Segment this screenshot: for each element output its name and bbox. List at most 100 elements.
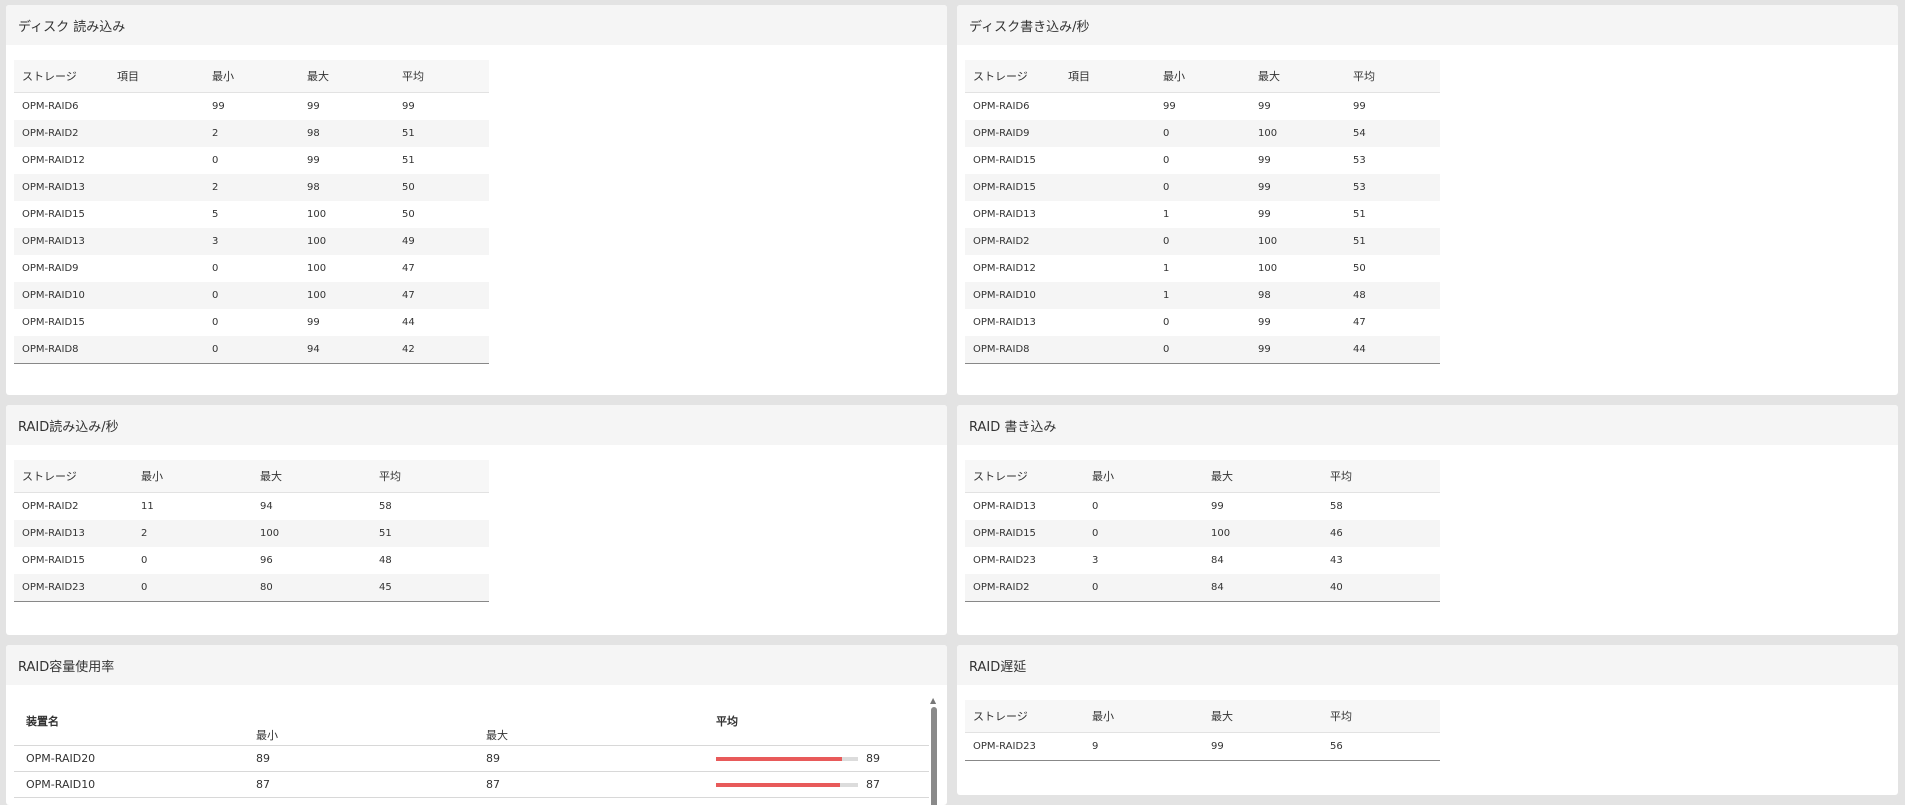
table-cell (109, 120, 204, 147)
table-cell: OPM-RAID13 (14, 228, 109, 255)
vertical-scrollbar[interactable]: ▲ (929, 697, 939, 805)
table-cell: 100 (1250, 228, 1345, 255)
column-header-min[interactable]: 最小 (1084, 460, 1203, 493)
table-row[interactable]: OPM-RAID15 5 100 50 (14, 201, 489, 228)
column-header-max[interactable]: 最大 (1250, 60, 1345, 93)
column-header-storage[interactable]: ストレージ (965, 460, 1084, 493)
column-header-avg[interactable]: 平均 (1322, 460, 1440, 493)
table-row[interactable]: OPM-RAID6 99 99 99 (14, 93, 489, 121)
table-cell: 99 (1163, 101, 1176, 112)
table-row[interactable]: OPM-RAID10 0 100 47 (14, 282, 489, 309)
table-cell: 99 (307, 317, 320, 328)
table-row[interactable]: OPM-RAID23 9 99 56 (965, 732, 1440, 761)
table-row[interactable]: OPM-RAID2 2 98 51 (14, 120, 489, 147)
table-row[interactable]: OPM-RAID13 0 99 58 (965, 493, 1440, 521)
table-row[interactable]: OPM-RAID15 0 99 53 (965, 147, 1440, 174)
table-row[interactable]: OPM-RAID23 0 80 45 (14, 574, 489, 602)
table-cell (1060, 147, 1155, 174)
table-row[interactable]: OPM-RAID15 0 99 44 (14, 309, 489, 336)
table-cell: 99 (1258, 155, 1271, 166)
table-row[interactable]: OPM-RAID8 0 94 42 (14, 336, 489, 364)
table-cell: OPM-RAID9 (22, 263, 79, 274)
table-row[interactable]: OPM-RAID6 99 99 99 (965, 93, 1440, 121)
column-header-max[interactable]: 最大 (1203, 700, 1322, 733)
column-header-min[interactable]: 最小 (1155, 60, 1250, 93)
table-cell: 54 (1345, 120, 1440, 147)
table-row[interactable]: OPM-RAID10 1 98 48 (965, 282, 1440, 309)
table-cell: 51 (1353, 209, 1366, 220)
table-cell: 0 (1084, 520, 1203, 547)
table-cell: 50 (394, 174, 489, 201)
column-header-avg[interactable]: 平均 (371, 460, 489, 493)
table-row[interactable]: OPM-RAID13 2 100 51 (14, 520, 489, 547)
table-cell: 100 (307, 263, 327, 274)
table-row[interactable]: OPM-RAID23 3 84 43 (965, 547, 1440, 574)
panel-raid-read: RAID読み込み/秒 ストレージ 最小 最大 平均 OPM-RAID2 11 94 5… (6, 405, 947, 635)
table-cell: 0 (133, 574, 252, 602)
table-cell: OPM-RAID23 (973, 555, 1036, 566)
column-header-max[interactable]: 最大 (474, 705, 704, 746)
column-header-min[interactable]: 最小 (244, 705, 474, 746)
column-header-storage[interactable]: ストレージ (965, 700, 1084, 733)
column-header-min[interactable]: 最小 (1084, 700, 1203, 733)
table-row[interactable]: OPM-RAID13 0 99 47 (965, 309, 1440, 336)
column-header-item[interactable]: 項目 (1060, 60, 1155, 93)
table-cell: 0 (1155, 336, 1250, 364)
table-cell: OPM-RAID10 (965, 282, 1060, 309)
column-header-max[interactable]: 最大 (299, 60, 394, 93)
column-header-storage[interactable]: ストレージ (14, 460, 133, 493)
table-cell (1060, 201, 1155, 228)
column-header-min[interactable]: 最小 (133, 460, 252, 493)
table-row[interactable]: OPM-RAID13 1 99 51 (965, 201, 1440, 228)
table-cell: 48 (1345, 282, 1440, 309)
table-cell: 53 (1345, 174, 1440, 201)
table-cell: OPM-RAID15 (22, 317, 85, 328)
table-row[interactable]: OPM-RAID15 0 99 53 (965, 174, 1440, 201)
table-cell: 100 (252, 520, 371, 547)
table-row[interactable]: OPM-RAID20 89 89 89 (14, 745, 934, 772)
column-header-min[interactable]: 最小 (204, 60, 299, 93)
table-row[interactable]: OPM-RAID9 0 100 47 (14, 255, 489, 282)
table-row[interactable]: OPM-RAID10 87 87 87 (14, 771, 934, 798)
column-header-device-name[interactable]: 装置名 (14, 705, 244, 746)
table-row[interactable]: OPM-RAID2 11 94 58 (14, 493, 489, 521)
table-cell: 51 (1345, 228, 1440, 255)
table-row[interactable]: OPM-RAID12 0 99 51 (14, 147, 489, 174)
table-cell: 99 (1258, 317, 1271, 328)
table-row[interactable]: OPM-RAID15 0 100 46 (965, 520, 1440, 547)
column-header-storage[interactable]: ストレージ (14, 60, 109, 93)
cell-min: 89 (244, 745, 474, 772)
table-row[interactable]: OPM-RAID9 0 100 54 (965, 120, 1440, 147)
table-cell: 99 (1203, 732, 1322, 761)
table-cell: 58 (1330, 501, 1343, 512)
scroll-up-icon[interactable]: ▲ (930, 697, 936, 705)
column-header-item[interactable]: 項目 (109, 60, 204, 93)
table-row[interactable]: OPM-RAID2 0 84 40 (965, 574, 1440, 602)
table-cell: OPM-RAID23 (14, 574, 133, 602)
table-row[interactable]: OPM-RAID12 1 100 50 (965, 255, 1440, 282)
scrollbar-thumb[interactable] (931, 707, 937, 805)
table-row[interactable]: OPM-RAID2 0 100 51 (965, 228, 1440, 255)
table-cell: 51 (402, 155, 415, 166)
column-header-avg[interactable]: 平均 (704, 705, 934, 746)
table-cell: 43 (1330, 555, 1343, 566)
table-row[interactable]: OPM-RAID8 0 99 44 (965, 336, 1440, 364)
table-row[interactable]: OPM-RAID15 0 96 48 (14, 547, 489, 574)
table-row[interactable]: OPM-RAID13 3 100 49 (14, 228, 489, 255)
table-cell: 45 (371, 574, 489, 602)
column-header-avg[interactable]: 平均 (1345, 60, 1440, 93)
table-cell: OPM-RAID13 (14, 520, 133, 547)
table-cell: 0 (141, 555, 148, 566)
column-header-max[interactable]: 最大 (1203, 460, 1322, 493)
column-header-max[interactable]: 最大 (252, 460, 371, 493)
panel-raid-capacity: RAID容量使用率 装置名 最小 最大 平均 OPM-RAID20 89 89 (6, 645, 947, 805)
column-header-avg[interactable]: 平均 (394, 60, 489, 93)
table-cell (109, 93, 204, 121)
table-row[interactable]: OPM-RAID13 2 98 50 (14, 174, 489, 201)
column-header-storage[interactable]: ストレージ (965, 60, 1060, 93)
table-cell (1060, 93, 1155, 121)
column-header-avg[interactable]: 平均 (1322, 700, 1440, 733)
table-cell: 0 (212, 155, 219, 166)
table-cell: 51 (371, 520, 489, 547)
table-cell: 47 (402, 263, 415, 274)
